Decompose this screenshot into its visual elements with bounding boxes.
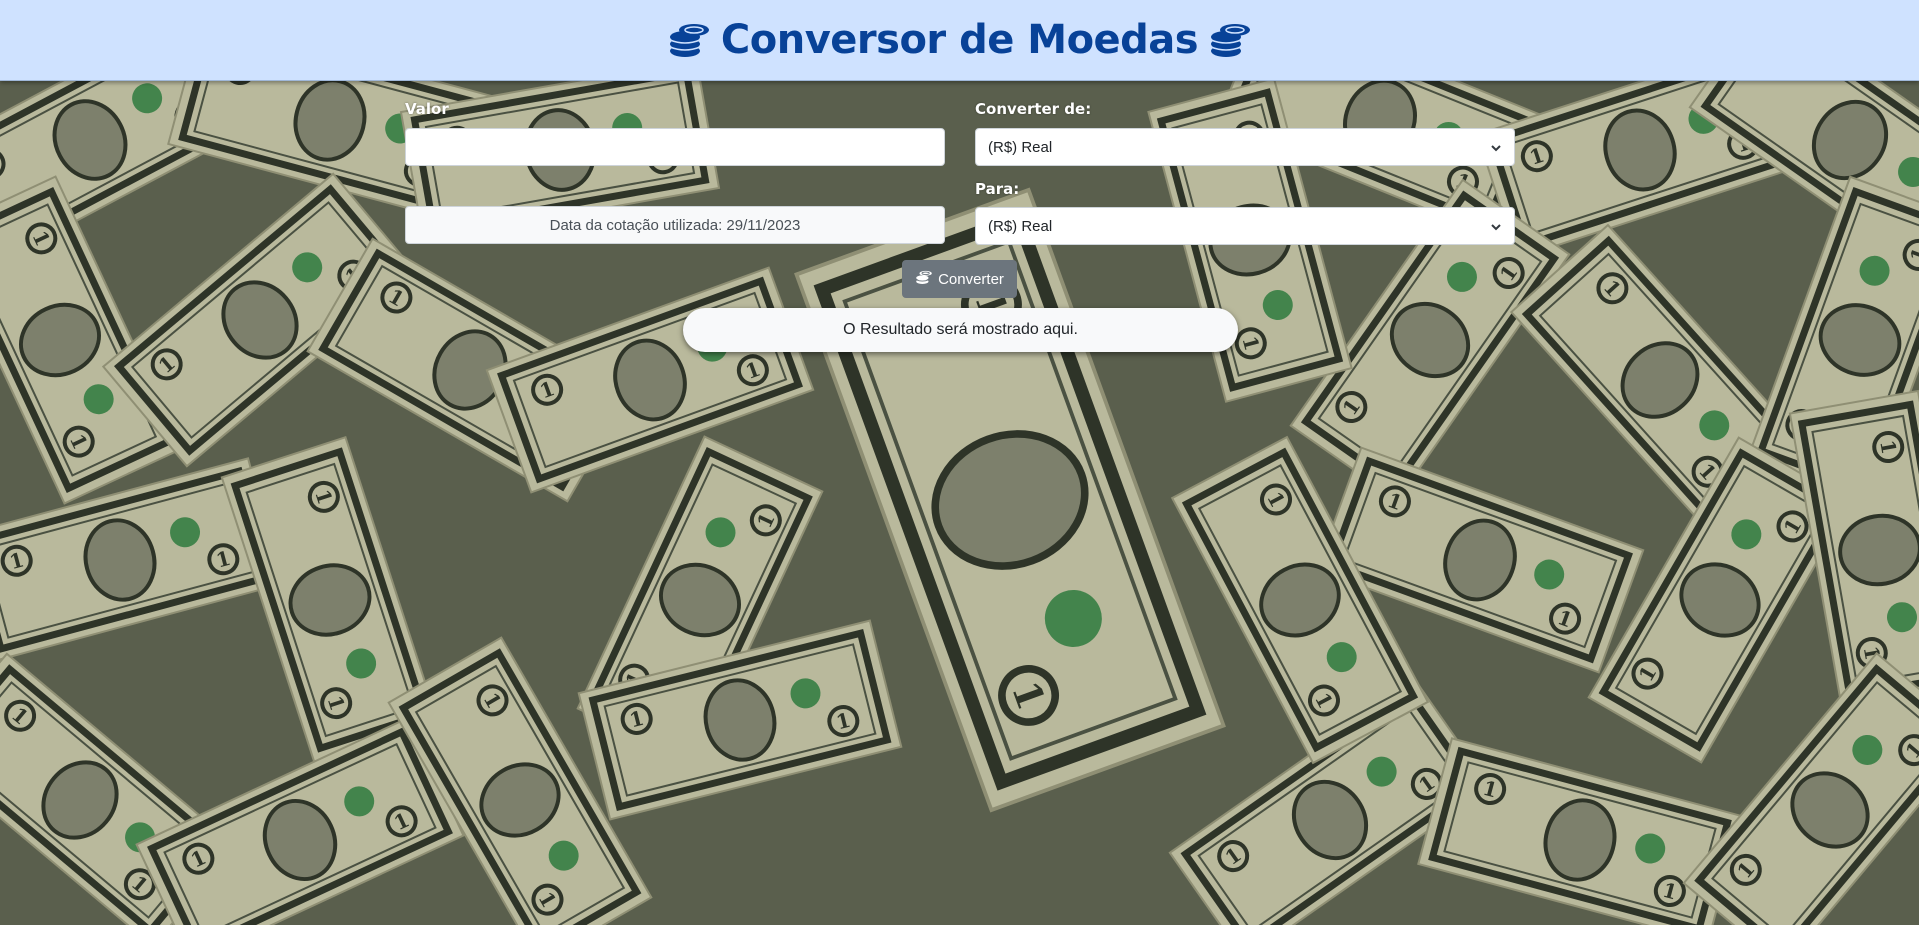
app-header: Conversor de Moedas xyxy=(0,0,1919,81)
from-currency-value: (R$) Real xyxy=(988,138,1053,156)
quote-date-field: Data da cotação utilizada: 29/11/2023 xyxy=(405,206,945,244)
header-title-group: Conversor de Moedas xyxy=(667,17,1252,63)
from-currency-select[interactable]: (R$) Real xyxy=(975,128,1515,166)
chevron-down-icon xyxy=(1491,224,1501,231)
to-currency-select[interactable]: (R$) Real xyxy=(975,207,1515,245)
convert-button-label: Converter xyxy=(938,270,1004,288)
amount-input[interactable] xyxy=(405,128,945,166)
chevron-down-icon xyxy=(1491,145,1501,152)
from-currency-label: Converter de: xyxy=(975,100,1092,118)
coins-icon xyxy=(1208,18,1252,62)
amount-label: Valor xyxy=(405,100,449,118)
converter-form: Valor Data da cotação utilizada: 29/11/2… xyxy=(0,80,1919,925)
result-text: O Resultado será mostrado aqui. xyxy=(843,321,1078,338)
convert-button[interactable]: Converter xyxy=(902,260,1017,298)
coins-icon xyxy=(915,268,933,290)
quote-date-text: Data da cotação utilizada: 29/11/2023 xyxy=(549,216,801,234)
page-title: Conversor de Moedas xyxy=(720,17,1199,63)
coins-icon xyxy=(667,18,711,62)
to-currency-value: (R$) Real xyxy=(988,217,1053,235)
result-display: O Resultado será mostrado aqui. xyxy=(683,308,1238,352)
to-currency-label: Para: xyxy=(975,180,1020,198)
